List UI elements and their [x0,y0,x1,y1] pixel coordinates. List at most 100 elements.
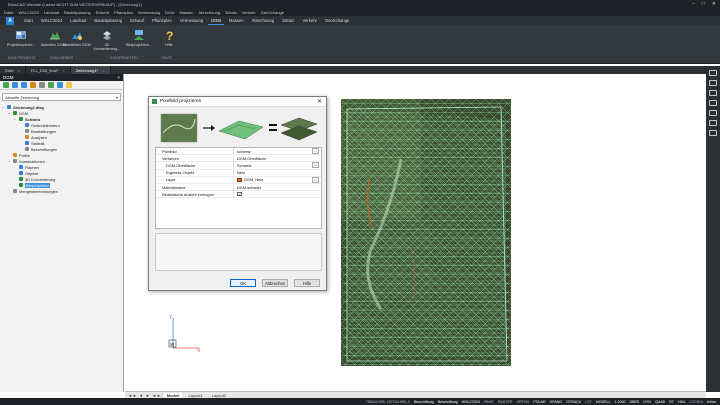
property-value-cell[interactable]: schweiz… [234,148,321,155]
menu-item[interactable]: Massen [179,10,193,15]
property-value-cell[interactable]: Netz [234,170,321,175]
prev-layout-button[interactable]: ◄ [139,393,143,398]
tab-bauleitplanung[interactable]: Bauleitplanung [91,17,125,24]
property-row[interactable]: Materialname DGM-schweiz [156,183,321,192]
tab-modell[interactable]: Modell [163,392,183,398]
first-layout-button[interactable]: ◄◄ [128,393,136,398]
doc-tab-fll[interactable]: FLL_DIM_final* × [26,66,71,74]
ok-button[interactable]: OK [230,279,256,287]
status-toggle[interactable]: Keine [707,400,716,404]
status-toggle[interactable]: MODELL [596,400,611,404]
menu-item[interactable]: DGM [165,10,174,15]
maximize-button[interactable]: □ [702,1,705,7]
next-layout-button[interactable]: ► [146,393,150,398]
layer-icon[interactable] [39,82,45,88]
status-toggle[interactable]: OFANG [550,400,563,404]
tab-entwurf[interactable]: Entwurf [127,17,147,24]
menu-item[interactable]: Vermessung [138,10,160,15]
status-toggle[interactable]: DBES [630,400,640,404]
expand-icon[interactable]: − [8,159,12,164]
realistic-view-checkbox[interactable]: ✓ [237,191,242,197]
structure-icon[interactable] [709,90,717,96]
expand-icon[interactable]: − [8,111,12,116]
drawing-explorer-icon[interactable] [709,110,717,116]
status-toggle[interactable]: FANG [484,400,494,404]
help-button[interactable]: Hilfe [294,279,320,287]
status-toggle[interactable]: Beschriftung [414,400,434,404]
property-row[interactable]: Realistische Ansicht erzeugen ✓ [156,191,321,199]
menu-item[interactable]: Verkehr [242,10,256,15]
tab-landcad[interactable]: Landcad [67,17,89,24]
refresh-icon[interactable] [3,82,9,88]
minimize-button[interactable]: – [692,1,695,7]
property-row[interactable]: Pixelbild schweiz… [156,148,321,156]
status-toggle[interactable]: ORTHO [516,400,529,404]
tab-wslc2024[interactable]: WSLC2024 [38,17,65,24]
hilfe-button[interactable]: ? Hilfe [154,29,184,47]
projected-raster-image[interactable] [341,99,511,366]
status-toggle[interactable]: WSLC2024 [462,400,480,404]
status-toggle[interactable]: RT [669,400,674,404]
tab-geoxchange[interactable]: GeoXchange [322,17,352,24]
status-toggle[interactable]: OTRACK [566,400,581,404]
menu-item[interactable]: Bauleitplanung [64,10,90,15]
zoom-icon[interactable] [12,82,18,88]
tab-dgm[interactable]: DGM [208,17,224,25]
tab-3drain[interactable]: 3Drain [279,17,297,24]
menu-item[interactable]: WSLC2024 [18,10,38,15]
properties-icon[interactable] [709,70,717,76]
status-toggle[interactable]: DYN [643,400,651,404]
settings-icon[interactable] [57,82,63,88]
tab-layout2[interactable]: Layout2 [209,393,229,398]
property-value-cell[interactable]: DGM-schweiz [234,185,321,190]
status-toggle[interactable]: RASTER [498,400,513,404]
tab-abrechnung[interactable]: Abrechnung [249,17,278,24]
status-toggle[interactable]: LOCKUI [689,400,702,404]
status-toggle[interactable]: 1:1000 [615,400,626,404]
projektexplorer-button[interactable]: Projektexplorer... [6,29,36,47]
property-value-cell[interactable]: ✓ [234,191,321,197]
expand-icon[interactable]: − [14,117,18,122]
property-value-cell[interactable]: DGM_Netz… [234,176,321,183]
menu-item[interactable]: Pflanzplan [114,10,133,15]
gear-icon[interactable] [709,130,717,136]
property-row[interactable]: DGM-Oberfläche Schweiz… [156,162,321,170]
status-toggle[interactable]: HKA [678,400,685,404]
doc-tab-start[interactable]: Start × [0,66,26,74]
app-logo[interactable]: A [6,16,14,25]
menu-item[interactable]: Entwurf [96,10,110,15]
status-toggle[interactable]: LST [585,400,592,404]
tab-massen[interactable]: Massen [226,17,247,24]
property-value-cell[interactable]: DGM-Oberfläche [234,156,321,161]
property-row[interactable]: Ergebnis-Objekt Netz [156,169,321,177]
cancel-button[interactable]: Abbrechen [262,279,288,287]
tab-layout1[interactable]: Layout1 [185,393,205,398]
library-icon[interactable] [709,100,717,106]
close-window-button[interactable]: ✕ [712,1,716,7]
property-value-cell[interactable]: Schweiz… [234,162,321,169]
property-row[interactable]: Layer DGM_Netz… [156,176,321,184]
tab-verkehr[interactable]: Verkehr [300,17,320,24]
layers-icon[interactable] [709,80,717,86]
edit-icon[interactable] [30,82,36,88]
tab-start[interactable]: Start [21,17,36,24]
browse-button[interactable]: … [312,162,319,169]
close-icon[interactable]: × [17,68,19,73]
status-toggle[interactable]: POLAR [533,400,545,404]
panel-close-icon[interactable]: × [117,75,120,80]
status-toggle[interactable]: QUAD [655,400,665,404]
help-icon[interactable] [66,82,72,88]
attributes-icon[interactable] [709,120,717,126]
filter-icon[interactable] [48,82,54,88]
last-layout-button[interactable]: ►► [153,393,161,398]
close-icon[interactable]: × [62,68,64,73]
menu-item[interactable]: GeoXchange [261,10,284,15]
menu-item[interactable]: Abrechnung [198,10,220,15]
close-icon[interactable]: ✕ [317,98,322,105]
3d-konvertierung-button[interactable]: 3D Konvertierung... [92,29,122,51]
expand-icon[interactable]: − [2,105,6,110]
doc-tab-zeichnung1[interactable]: Zeichnung1* × [70,66,111,74]
drawing-select[interactable]: Aktuelle Zeichnung ▾ [2,93,121,101]
tree-item[interactable]: Mengenberechnungen [2,188,123,194]
browse-button[interactable]: … [312,176,319,183]
